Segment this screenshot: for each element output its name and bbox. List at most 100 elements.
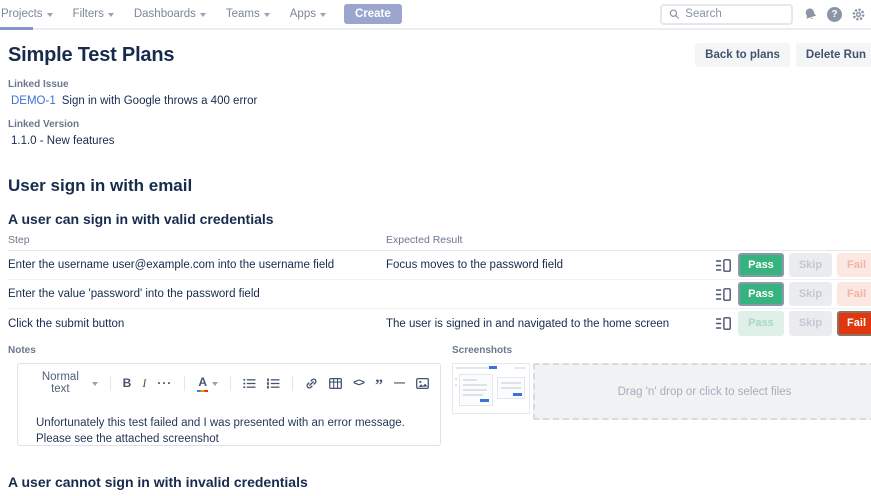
horizontal-rule-button[interactable]: — [393,377,406,389]
thumb-decoration [489,366,497,369]
screenshots-label: Screenshots [452,345,871,356]
more-formatting-button[interactable]: ··· [156,376,173,390]
skip-button[interactable]: Skip [789,282,832,306]
delete-run-button[interactable]: Delete Run [796,43,871,67]
editor-toolbar: Normal text B I ··· A [18,364,440,395]
chevron-down-icon [92,382,98,386]
create-button[interactable]: Create [344,4,402,24]
nav-item-label: Apps [290,8,316,20]
nav-icon-group: ? [803,5,871,23]
toolbar-divider [292,376,293,391]
nav-item-dashboards[interactable]: Dashboards [124,0,216,28]
toolbar-divider [110,376,111,391]
help-icon[interactable]: ? [827,7,842,22]
header-actions: Back to plans Delete Run [695,43,871,67]
table-row: Click the submit button The user is sign… [8,309,871,338]
thumb-decoration [459,374,493,406]
test-case-title: A user cannot sign in with invalid crede… [8,474,871,490]
notes-panel-icon [716,288,731,301]
code-block-button[interactable]: <> [352,377,365,389]
step-notes-toggle[interactable] [716,257,731,274]
insert-image-button[interactable] [415,378,430,389]
step-details-panel: Notes Normal text B I ··· A [8,345,871,446]
chevron-down-icon [200,13,206,17]
page-header: Simple Test Plans Back to plans Delete R… [8,43,871,67]
text-color-button[interactable]: A [196,374,219,393]
notifications-bell-icon[interactable] [801,5,820,24]
color-swatch-bar [197,390,208,393]
thumb-decoration [455,384,457,386]
step-notes-toggle[interactable] [716,286,731,303]
pass-button[interactable]: Pass [738,311,784,335]
skip-button[interactable]: Skip [789,311,832,335]
suite-title: User sign in with email [8,176,871,196]
thumb-decoration [497,377,525,399]
fail-button[interactable]: Fail [837,282,871,306]
step-actions: Pass Skip Fail [736,282,871,306]
table-icon [329,378,342,389]
nav-item-projects[interactable]: Projects [0,0,63,28]
chevron-down-icon [108,13,114,17]
table-row: Enter the value 'password' into the pass… [8,280,871,309]
pass-button[interactable]: Pass [738,253,784,277]
skip-button[interactable]: Skip [789,253,832,277]
search-input[interactable] [685,8,784,20]
ordered-list-button[interactable] [266,378,281,389]
link-icon [305,377,318,390]
chevron-down-icon [47,13,53,17]
test-case-title: A user can sign in with valid credential… [8,211,871,227]
file-dropzone[interactable]: Drag 'n' drop or click to select files [533,363,871,420]
main-content: Simple Test Plans Back to plans Delete R… [0,43,871,496]
toolbar-divider [230,376,231,391]
linked-issue-value: DEMO-1 Sign in with Google throws a 400 e… [8,95,871,107]
notes-section: Notes Normal text B I ··· A [8,345,441,446]
italic-button[interactable]: I [141,376,147,391]
step-column-header: Step [8,234,386,246]
step-cell: Enter the username user@example.com into… [8,259,386,271]
step-actions: Pass Skip Fail [736,253,871,277]
issue-summary: Sign in with Google throws a 400 error [62,95,258,107]
expected-cell: Focus moves to the password field [386,259,736,271]
bullet-list-icon [243,378,256,389]
notes-panel-icon [716,317,731,330]
search-icon [669,8,679,20]
search-box[interactable] [660,4,793,25]
linked-version-value: 1.1.0 - New features [8,135,871,147]
top-navigation: Projects Filters Dashboards Teams Apps C… [0,0,871,30]
table-row: Enter the username user@example.com into… [8,251,871,280]
back-to-plans-button[interactable]: Back to plans [695,43,790,67]
text-style-dropdown[interactable]: Normal text [32,371,99,395]
image-icon [416,378,429,389]
text-style-label: Normal text [33,371,88,395]
notes-editor: Normal text B I ··· A [17,363,441,446]
screenshots-row: Drag 'n' drop or click to select files [452,363,871,420]
insert-link-button[interactable] [304,377,319,390]
insert-table-button[interactable] [328,378,343,389]
nav-menu: Projects Filters Dashboards Teams Apps [0,0,336,28]
steps-table: Step Expected Result Enter the username … [8,234,871,338]
nav-item-label: Filters [73,8,104,20]
fail-button[interactable]: Fail [837,311,871,335]
bold-button[interactable]: B [122,376,133,390]
step-cell: Click the submit button [8,318,386,330]
notes-content[interactable]: Unfortunately this test failed and I was… [18,395,440,447]
settings-gear-icon[interactable] [851,7,866,22]
issue-key-link[interactable]: DEMO-1 [11,95,56,107]
bullet-list-button[interactable] [242,378,257,389]
screenshots-section: Screenshots [452,345,871,446]
nav-item-teams[interactable]: Teams [216,0,280,28]
fail-button[interactable]: Fail [837,253,871,277]
expected-cell: The user is signed in and navigated to t… [386,318,736,330]
pass-button[interactable]: Pass [738,282,784,306]
notes-label: Notes [8,345,441,356]
blockquote-button[interactable]: ” [374,377,384,389]
toolbar-divider [184,376,185,391]
active-nav-underline [0,27,33,30]
page-title: Simple Test Plans [8,44,174,67]
table-header: Step Expected Result [8,234,871,251]
step-notes-toggle[interactable] [716,315,731,332]
nav-item-filters[interactable]: Filters [63,0,124,28]
thumb-decoration [514,367,526,369]
nav-item-apps[interactable]: Apps [280,0,336,28]
screenshot-thumbnail[interactable] [452,363,530,414]
